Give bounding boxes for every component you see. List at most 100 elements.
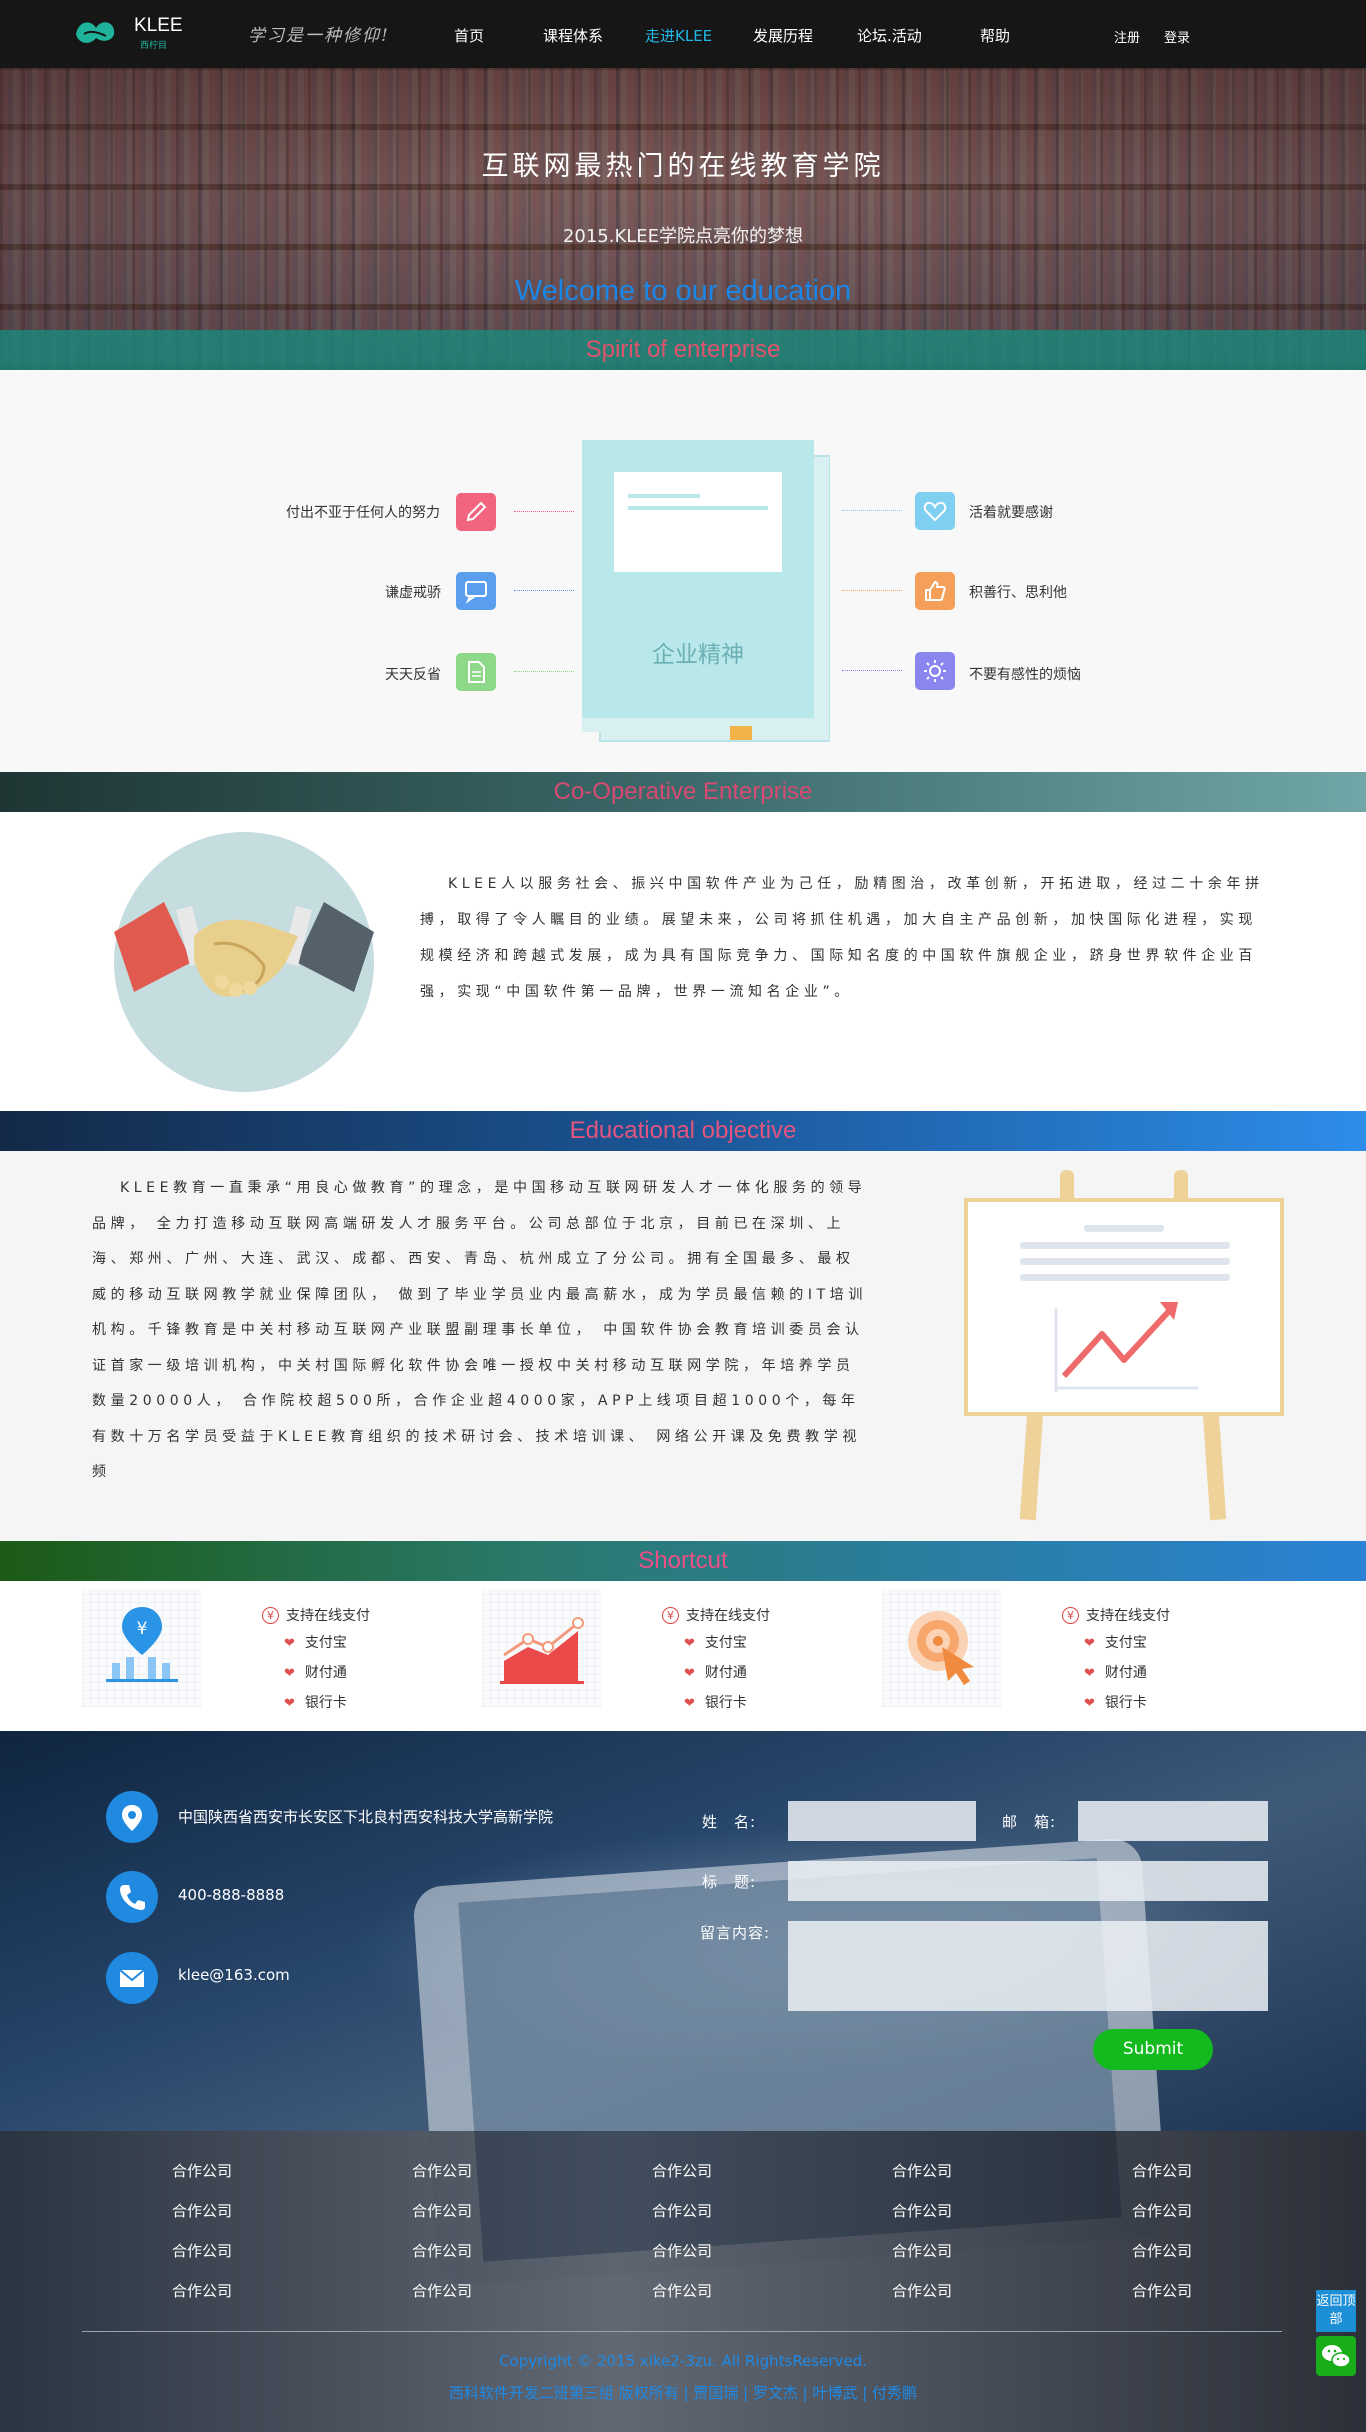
heart-icon: ❤	[1084, 1636, 1095, 1651]
chat-icon	[456, 572, 496, 610]
partner-link[interactable]: 合作公司	[892, 2280, 952, 2301]
register-link[interactable]: 注册	[1114, 27, 1140, 46]
partner-link[interactable]: 合作公司	[652, 2200, 712, 2221]
easel-chart-icon	[964, 1170, 1284, 1521]
subject-input[interactable]	[788, 1861, 1268, 1901]
thumbs-up-icon	[915, 572, 955, 610]
heart-icon: ❤	[1084, 1696, 1095, 1711]
submit-button[interactable]: Submit	[1093, 2029, 1213, 2070]
growth-chart-icon[interactable]	[482, 1589, 602, 1707]
partner-link[interactable]: 合作公司	[412, 2160, 472, 2181]
nav-courses[interactable]: 课程体系	[543, 25, 603, 46]
shortcut-1-tenpay[interactable]: ❤ 财付通	[284, 1662, 347, 1682]
partner-link[interactable]: 合作公司	[172, 2160, 232, 2181]
name-label: 姓 名:	[702, 1813, 757, 1831]
shortcut-3-tenpay[interactable]: ❤ 财付通	[1084, 1662, 1147, 1682]
name-input[interactable]	[788, 1801, 976, 1841]
logo-text[interactable]: KLEE	[134, 15, 183, 37]
credits-text[interactable]: 西科软件开发二班第三组 版权所有 | 贾国瑞 | 罗文杰 | 叶博武 | 付秀鹏	[0, 2382, 1366, 2403]
message-label: 留言内容:	[700, 1924, 771, 1942]
yen-icon: ¥	[662, 1607, 679, 1624]
partner-link[interactable]: 合作公司	[652, 2240, 712, 2261]
education-paragraph: KLEE教育一直秉承“用良心做教育”的理念，是中国移动互联网研发人才一体化服务的…	[92, 1180, 867, 1480]
contact-email: klee@163.com	[178, 1966, 290, 1984]
contact-phone: 400-888-8888	[178, 1886, 285, 1904]
nav-home[interactable]: 首页	[454, 25, 484, 46]
email-label: 邮 箱:	[1002, 1813, 1057, 1831]
heart-icon: ❤	[684, 1666, 695, 1681]
nav-forum-events[interactable]: 论坛.活动	[857, 25, 922, 46]
heart-icon: ❤	[284, 1696, 295, 1711]
spirit-left-2: 谦虚戒骄	[385, 585, 441, 601]
partner-link[interactable]: 合作公司	[1132, 2160, 1192, 2181]
top-navbar: KLEE 西柠目 学习是一种修仰! 首页 课程体系 走进KLEE 发展历程 论坛…	[0, 0, 1366, 68]
partner-link[interactable]: 合作公司	[1132, 2280, 1192, 2301]
spirit-left-1: 付出不亚于任何人的努力	[286, 505, 440, 521]
partner-link[interactable]: 合作公司	[172, 2240, 232, 2261]
klee-logo-icon[interactable]	[72, 14, 118, 50]
connector-line	[842, 590, 902, 591]
shortcut-3-bankcard[interactable]: ❤ 银行卡	[1084, 1692, 1147, 1712]
heart-icon: ❤	[284, 1636, 295, 1651]
nav-help[interactable]: 帮助	[980, 25, 1010, 46]
sun-icon	[915, 652, 955, 690]
payment-chart-icon[interactable]: ¥	[82, 1589, 202, 1707]
spirit-right-2: 积善行、思利他	[969, 585, 1067, 601]
shortcut-card-3-title: ¥ 支持在线支付	[1062, 1605, 1170, 1625]
partner-link[interactable]: 合作公司	[652, 2280, 712, 2301]
partner-link[interactable]: 合作公司	[892, 2160, 952, 2181]
partner-link[interactable]: 合作公司	[412, 2200, 472, 2221]
partner-link[interactable]: 合作公司	[172, 2280, 232, 2301]
slogan: 学习是一种修仰!	[248, 26, 390, 46]
yen-icon: ¥	[262, 1607, 279, 1624]
shortcut-3-alipay[interactable]: ❤ 支付宝	[1084, 1632, 1147, 1652]
cooperative-paragraph: KLEE人以服务社会、振兴中国软件产业为己任，励精图治，改革创新，开拓进取，经过…	[420, 876, 1264, 1000]
shortcut-2-alipay[interactable]: ❤ 支付宝	[684, 1632, 747, 1652]
partner-link[interactable]: 合作公司	[412, 2240, 472, 2261]
phone-icon	[106, 1871, 158, 1923]
wechat-icon[interactable]	[1316, 2336, 1356, 2376]
partner-link[interactable]: 合作公司	[892, 2200, 952, 2221]
hero-welcome: Welcome to our education	[514, 275, 852, 307]
heart-icon: ❤	[684, 1696, 695, 1711]
partner-link[interactable]: 合作公司	[1132, 2200, 1192, 2221]
heart-icon: ❤	[684, 1636, 695, 1651]
shortcut-2-tenpay[interactable]: ❤ 财付通	[684, 1662, 747, 1682]
partner-link[interactable]: 合作公司	[172, 2200, 232, 2221]
logo-subtext: 西柠目	[140, 41, 168, 51]
footer-divider	[82, 2331, 1282, 2332]
connector-line	[514, 511, 574, 512]
hero-title: 互联网最热门的在线教育学院	[481, 151, 885, 182]
section-title-cooperative: Co-Operative Enterprise	[0, 772, 1366, 812]
yen-icon: ¥	[1062, 1607, 1079, 1624]
nav-history[interactable]: 发展历程	[753, 25, 813, 46]
message-textarea[interactable]	[788, 1921, 1268, 2011]
back-to-top-button[interactable]: 返回顶部	[1316, 2290, 1356, 2332]
document-icon	[456, 653, 496, 691]
shortcut-1-bankcard[interactable]: ❤ 银行卡	[284, 1692, 347, 1712]
nav-about-klee[interactable]: 走进KLEE	[645, 25, 712, 46]
shortcut-1-alipay[interactable]: ❤ 支付宝	[284, 1632, 347, 1652]
svg-text:¥: ¥	[137, 1619, 148, 1639]
touch-target-icon[interactable]	[882, 1589, 1002, 1707]
login-link[interactable]: 登录	[1164, 27, 1190, 46]
partner-link[interactable]: 合作公司	[1132, 2240, 1192, 2261]
contact-address: 中国陕西省西安市长安区下北良村西安科技大学高新学院	[178, 1808, 554, 1826]
spirit-right-1: 活着就要感谢	[969, 505, 1053, 521]
shortcut-2-bankcard[interactable]: ❤ 银行卡	[684, 1692, 747, 1712]
heart-icon	[915, 492, 955, 530]
copyright-text: Copyright © 2015 xike2-3zu. All RightsRe…	[499, 2352, 867, 2370]
shortcut-card-1-title: ¥ 支持在线支付	[262, 1605, 370, 1625]
email-input[interactable]	[1078, 1801, 1268, 1841]
partner-link[interactable]: 合作公司	[412, 2280, 472, 2301]
partner-link[interactable]: 合作公司	[652, 2160, 712, 2181]
pencil-icon	[456, 493, 496, 531]
hero-subtitle: 2015.KLEE学院点亮你的梦想	[562, 226, 804, 247]
heart-icon: ❤	[1084, 1666, 1095, 1681]
book-label: 企业精神	[652, 642, 744, 668]
section-title-spirit: Spirit of enterprise	[0, 330, 1366, 370]
book-illustration: 企业精神	[582, 440, 830, 742]
shortcut-section	[0, 1581, 1366, 1731]
heart-icon: ❤	[284, 1666, 295, 1681]
partner-link[interactable]: 合作公司	[892, 2240, 952, 2261]
